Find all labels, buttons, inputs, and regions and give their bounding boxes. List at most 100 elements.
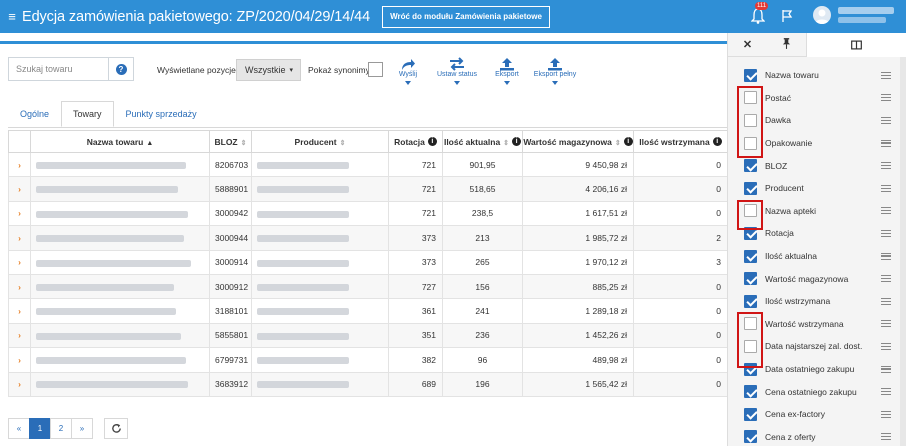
row-expand-icon[interactable]: › [8,322,31,349]
drag-handle-icon[interactable] [881,297,891,305]
row-expand-icon[interactable]: › [8,298,31,324]
column-checkbox[interactable] [744,385,757,399]
synonyms-checkbox[interactable] [368,62,383,77]
column-header-bloz[interactable]: BLOZ ⇕ [209,130,252,153]
table-row[interactable]: › 5855801 351 236 1 452,26 zł 0 [8,322,728,349]
drag-handle-icon[interactable] [881,229,891,237]
drag-handle-icon[interactable] [881,365,891,373]
user-name-redacted[interactable] [838,7,894,14]
column-toggle-item[interactable]: Producent [728,177,900,200]
row-expand-icon[interactable]: › [8,200,31,227]
producer-cell [251,200,389,227]
column-checkbox[interactable] [744,272,757,286]
panel-scrollbar[interactable] [900,57,906,446]
column-checkbox[interactable] [744,407,757,421]
column-header-producer[interactable]: Producent ⇕ [251,130,389,153]
export-full-button[interactable]: Eksport pełny [533,57,577,85]
tab-points-of-sale[interactable]: Punkty sprzedaży [114,101,209,127]
column-checkbox[interactable] [744,159,757,173]
drag-handle-icon[interactable] [881,184,891,192]
row-expand-icon[interactable]: › [8,273,31,300]
row-expand-icon[interactable]: › [8,151,31,178]
column-checkbox[interactable] [744,430,757,444]
drag-handle-icon[interactable] [881,320,891,328]
drag-handle-icon[interactable] [881,116,891,124]
pager-page-2[interactable]: 2 [50,418,72,439]
bell-icon[interactable] [751,8,765,24]
shown-items-select[interactable]: Wszystkie ▾ [236,59,301,81]
product-name-cell [30,225,210,251]
column-checkbox[interactable] [744,181,757,195]
info-icon[interactable]: i [623,136,633,146]
table-row[interactable]: › 3000942 721 238,5 1 617,51 zł 0 [8,200,728,227]
column-header-current-qty[interactable]: Ilość aktualna ⇕ i [442,130,523,153]
drag-handle-icon[interactable] [881,162,891,170]
column-toggle-item[interactable]: Cena ex-factory [728,403,900,426]
rotation-cell: 721 [388,151,443,178]
column-toggle-item[interactable]: Cena ostatniego zakupu [728,380,900,403]
column-header-product-name[interactable]: Nazwa towaru ▲ [30,130,210,153]
drag-handle-icon[interactable] [881,139,891,147]
table-row[interactable]: › 3000944 373 213 1 985,72 zł 2 [8,225,728,251]
pager-page-1[interactable]: 1 [29,418,51,439]
avatar[interactable] [813,6,831,24]
columns-icon[interactable] [806,32,906,57]
drag-handle-icon[interactable] [881,94,891,102]
drag-handle-icon[interactable] [881,342,891,350]
set-status-button[interactable]: Ustaw status [435,57,479,85]
bloz-cell: 3683912 [209,371,252,397]
bloz-cell: 3188101 [209,298,252,324]
table-row[interactable]: › 3000914 373 265 1 970,12 zł 3 [8,249,728,275]
row-expand-icon[interactable]: › [8,176,31,202]
column-toggle-item[interactable]: Wartość magazynowa [728,267,900,290]
tab-general[interactable]: Ogólne [8,101,61,127]
tab-products[interactable]: Towary [61,101,114,127]
table-row[interactable]: › 8206703 721 901,95 9 450,98 zł 0 [8,151,728,178]
row-expand-icon[interactable]: › [8,347,31,373]
column-toggle-item[interactable]: Nazwa towaru [728,64,900,87]
search-input[interactable]: Szukaj towaru [8,57,109,81]
column-header-stock-value[interactable]: Wartość magazynowa ⇕ i [522,130,634,153]
pager-next[interactable]: » [71,418,93,439]
row-expand-icon[interactable]: › [8,249,31,275]
table-row[interactable]: › 3683912 689 196 1 565,42 zł 0 [8,371,728,397]
search-help-button[interactable]: ? [109,57,134,81]
flag-icon[interactable] [781,9,793,23]
column-toggle-label: Postać [765,92,791,103]
refresh-button[interactable] [104,418,128,439]
column-toggle-item[interactable]: Ilość wstrzymana [728,290,900,313]
info-icon[interactable]: i [712,136,722,146]
drag-handle-icon[interactable] [881,388,891,396]
column-checkbox[interactable] [744,249,757,263]
column-header-held-qty[interactable]: Ilość wstrzymana i [633,130,728,153]
column-toggle-item[interactable]: Ilość aktualna [728,245,900,268]
current-qty-cell: 241 [442,298,523,324]
drag-handle-icon[interactable] [881,410,891,418]
info-icon[interactable]: i [512,136,522,146]
drag-handle-icon[interactable] [881,433,891,441]
drag-handle-icon[interactable] [881,252,891,260]
table-row[interactable]: › 5888901 721 518,65 4 206,16 zł 0 [8,176,728,202]
table-row[interactable]: › 6799731 382 96 489,98 zł 0 [8,347,728,373]
column-header-rotation[interactable]: Rotacja i [388,130,443,153]
info-icon[interactable]: i [427,136,437,146]
drag-handle-icon[interactable] [881,207,891,215]
row-expand-icon[interactable]: › [8,371,31,397]
send-button[interactable]: Wyślij [396,57,420,85]
hamburger-menu-icon[interactable]: ≡ [2,9,22,24]
close-icon[interactable]: ✕ [728,38,767,51]
export-button[interactable]: Eksport [491,57,523,85]
table-row[interactable]: › 3000912 727 156 885,25 zł 0 [8,273,728,300]
pin-icon[interactable] [767,38,806,51]
column-toggle-label: Ilość wstrzymana [765,296,831,307]
column-checkbox[interactable] [744,68,757,82]
table-row[interactable]: › 3188101 361 241 1 289,18 zł 0 [8,298,728,324]
bloz-cell: 3000944 [209,225,252,251]
drag-handle-icon[interactable] [881,71,891,79]
column-toggle-item[interactable]: Cena z oferty [728,426,900,446]
row-expand-icon[interactable]: › [8,225,31,251]
back-to-module-button[interactable]: Wróć do modułu Zamówienia pakietowe [382,5,550,28]
drag-handle-icon[interactable] [881,275,891,283]
column-checkbox[interactable] [744,294,757,308]
pager-prev[interactable]: « [8,418,30,439]
